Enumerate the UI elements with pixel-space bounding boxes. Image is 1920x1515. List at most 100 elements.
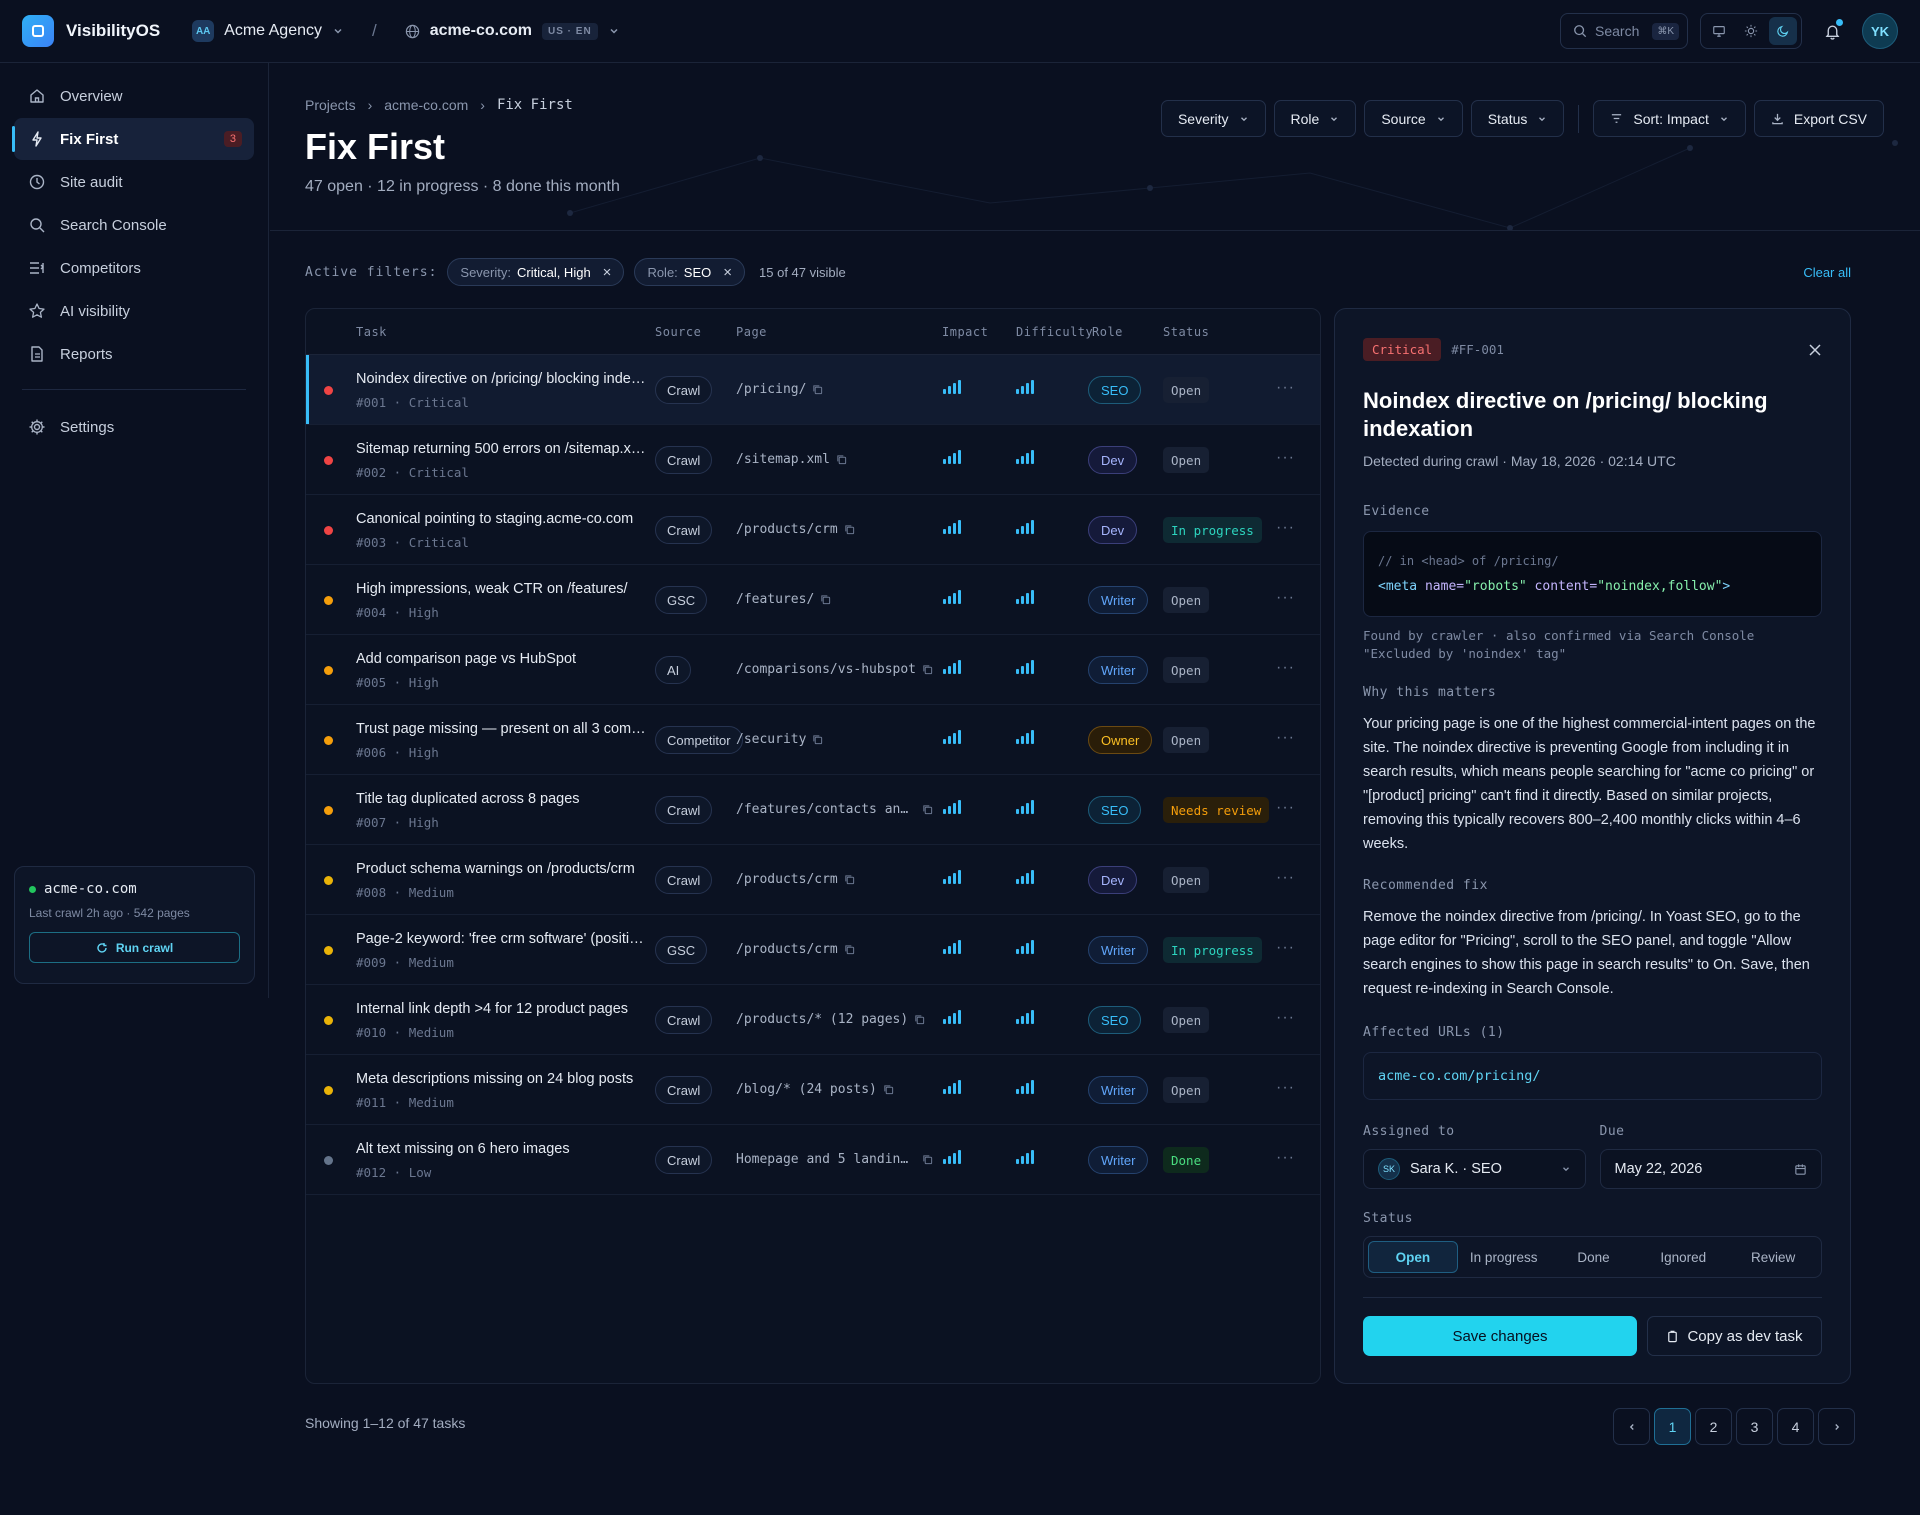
export-csv-button[interactable]: Export CSV	[1753, 100, 1884, 137]
more-actions-icon[interactable]: ···	[1276, 659, 1295, 677]
global-search[interactable]: Search ⌘K	[1560, 13, 1688, 49]
source-filter-label: Source	[1381, 110, 1426, 127]
filter-chip-severity[interactable]: Severity: Critical, High ×	[447, 258, 625, 286]
column-header-impact[interactable]: Impact	[942, 325, 988, 339]
more-actions-icon[interactable]: ···	[1276, 519, 1295, 537]
site-switcher[interactable]: acme-co.com US · EN	[405, 22, 620, 40]
role-filter-button[interactable]: Role	[1273, 100, 1357, 137]
sort-button[interactable]: Sort: Impact	[1593, 100, 1746, 137]
more-actions-icon[interactable]: ···	[1276, 449, 1295, 467]
page-button-1[interactable]: 1	[1654, 1408, 1691, 1445]
breadcrumb-site[interactable]: acme-co.com	[384, 97, 468, 113]
page-path: /products/* (12 pages)	[736, 1012, 909, 1027]
column-header-role[interactable]: Role	[1092, 325, 1123, 339]
copy-icon[interactable]	[836, 454, 847, 465]
close-icon[interactable]: ×	[603, 264, 612, 281]
user-avatar[interactable]: YK	[1862, 13, 1898, 49]
column-header-difficulty[interactable]: Difficulty	[1016, 325, 1093, 339]
copy-icon[interactable]	[922, 664, 933, 675]
sidebar-item-site-audit[interactable]: Site audit	[14, 161, 254, 203]
table-row[interactable]: High impressions, weak CTR on /features/…	[306, 565, 1320, 635]
run-crawl-button[interactable]: Run crawl	[29, 932, 240, 963]
table-row[interactable]: Add comparison page vs HubSpot #005 · Hig…	[306, 635, 1320, 705]
clear-all-link[interactable]: Clear all	[1803, 265, 1851, 280]
page-button-2[interactable]: 2	[1695, 1408, 1732, 1445]
more-actions-icon[interactable]: ···	[1276, 939, 1295, 957]
gear-icon	[28, 418, 46, 436]
app-logo[interactable]	[22, 15, 54, 47]
copy-icon[interactable]	[820, 594, 831, 605]
due-date-input[interactable]: May 22, 2026	[1599, 1149, 1822, 1189]
status-option-open[interactable]: Open	[1368, 1241, 1458, 1273]
task-meta: #011 · Medium	[356, 1095, 454, 1110]
table-row[interactable]: Internal link depth >4 for 12 product pa…	[306, 985, 1320, 1055]
sidebar-item-fix-first[interactable]: Fix First 3	[12, 118, 254, 160]
more-actions-icon[interactable]: ···	[1276, 1149, 1295, 1167]
more-actions-icon[interactable]: ···	[1276, 589, 1295, 607]
status-option-review[interactable]: Review	[1729, 1241, 1817, 1273]
more-actions-icon[interactable]: ···	[1276, 1009, 1295, 1027]
sun-icon[interactable]	[1737, 17, 1765, 45]
assignee-select[interactable]: SK Sara K. · SEO	[1363, 1149, 1586, 1189]
copy-icon[interactable]	[844, 874, 855, 885]
more-actions-icon[interactable]: ···	[1276, 869, 1295, 887]
more-actions-icon[interactable]: ···	[1276, 1079, 1295, 1097]
copy-icon[interactable]	[844, 944, 855, 955]
copy-dev-task-button[interactable]: Copy as dev task	[1647, 1316, 1822, 1356]
column-header-task[interactable]: Task	[356, 325, 387, 339]
table-row[interactable]: Alt text missing on 6 hero images #012 · …	[306, 1125, 1320, 1195]
sidebar-item-search-console[interactable]: Search Console	[14, 204, 254, 246]
sidebar-item-overview[interactable]: Overview	[14, 75, 254, 117]
next-page-button[interactable]	[1818, 1408, 1855, 1445]
status-option-ignored[interactable]: Ignored	[1639, 1241, 1727, 1273]
copy-icon[interactable]	[812, 384, 823, 395]
table-row[interactable]: Product schema warnings on /products/crm…	[306, 845, 1320, 915]
status-option-done[interactable]: Done	[1550, 1241, 1638, 1273]
prev-page-button[interactable]	[1613, 1408, 1650, 1445]
copy-icon[interactable]	[914, 1014, 925, 1025]
filter-chip-role[interactable]: Role: SEO ×	[634, 258, 746, 286]
task-severity: Critical	[408, 465, 469, 480]
search-icon	[28, 216, 46, 234]
table-row[interactable]: Noindex directive on /pricing/ blocking …	[306, 355, 1320, 425]
page-button-3[interactable]: 3	[1736, 1408, 1773, 1445]
column-header-page[interactable]: Page	[736, 325, 767, 339]
column-header-source[interactable]: Source	[655, 325, 701, 339]
page-button-4[interactable]: 4	[1777, 1408, 1814, 1445]
column-header-status[interactable]: Status	[1163, 325, 1209, 339]
copy-icon[interactable]	[922, 1154, 933, 1165]
moon-icon[interactable]	[1769, 17, 1797, 45]
more-actions-icon[interactable]: ···	[1276, 379, 1295, 397]
sidebar-item-competitors[interactable]: Competitors	[14, 247, 254, 289]
sidebar-item-reports[interactable]: Reports	[14, 333, 254, 375]
table-row[interactable]: Title tag duplicated across 8 pages #007 …	[306, 775, 1320, 845]
table-row[interactable]: Meta descriptions missing on 24 blog pos…	[306, 1055, 1320, 1125]
monitor-icon[interactable]	[1705, 17, 1733, 45]
severity-filter-button[interactable]: Severity	[1160, 100, 1266, 137]
task-title: Trust page missing — present on all 3 co…	[356, 721, 646, 737]
close-icon[interactable]	[1808, 343, 1822, 357]
table-row[interactable]: Trust page missing — present on all 3 co…	[306, 705, 1320, 775]
source-filter-button[interactable]: Source	[1364, 100, 1463, 137]
close-icon[interactable]: ×	[723, 264, 732, 281]
notifications-button[interactable]	[1814, 13, 1850, 49]
sidebar-divider	[22, 389, 246, 390]
breadcrumb-projects[interactable]: Projects	[305, 97, 356, 113]
org-switcher[interactable]: AA Acme Agency	[192, 20, 344, 42]
copy-icon[interactable]	[844, 524, 855, 535]
table-row[interactable]: Canonical pointing to staging.acme-co.co…	[306, 495, 1320, 565]
signal-bars-icon	[943, 800, 961, 814]
status-filter-button[interactable]: Status	[1470, 100, 1565, 137]
affected-url[interactable]: acme-co.com/pricing/	[1363, 1052, 1822, 1100]
more-actions-icon[interactable]: ···	[1276, 799, 1295, 817]
sidebar-item-settings[interactable]: Settings	[14, 406, 254, 448]
more-actions-icon[interactable]: ···	[1276, 729, 1295, 747]
copy-icon[interactable]	[922, 804, 933, 815]
table-row[interactable]: Sitemap returning 500 errors on /sitemap…	[306, 425, 1320, 495]
status-option-in-progress[interactable]: In progress	[1460, 1241, 1548, 1273]
table-row[interactable]: Page-2 keyword: 'free crm software' (pos…	[306, 915, 1320, 985]
save-changes-button[interactable]: Save changes	[1363, 1316, 1637, 1356]
sidebar-item-ai-visibility[interactable]: AI visibility	[14, 290, 254, 332]
copy-icon[interactable]	[883, 1084, 894, 1095]
copy-icon[interactable]	[812, 734, 823, 745]
